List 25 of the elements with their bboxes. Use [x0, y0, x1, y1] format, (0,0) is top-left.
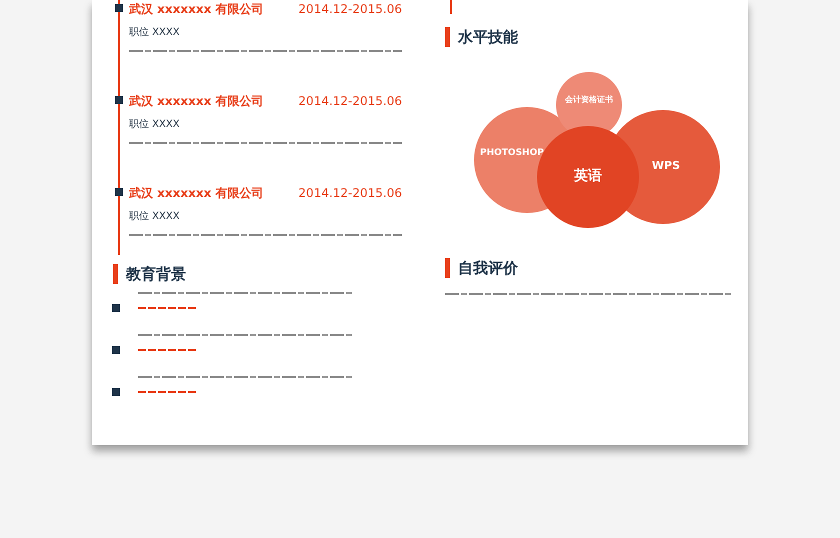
bullet-square [112, 346, 120, 354]
company-name: 武汉 xxxxxxx 有限公司 [129, 93, 264, 110]
timeline-line [450, 0, 452, 14]
bullet-square [112, 304, 120, 312]
timeline-marker [115, 96, 123, 104]
section-heading: 自我评价 [458, 258, 518, 278]
timeline-marker [115, 4, 123, 12]
company-name: 武汉 xxxxxxx 有限公司 [129, 1, 264, 18]
heading-accent-bar [113, 264, 118, 284]
heading-accent-bar [445, 258, 450, 278]
text-placeholder-line [138, 348, 198, 350]
bullet-square [112, 388, 120, 396]
heading-accent-bar [445, 27, 450, 48]
job-title: 职位 XXXX [129, 119, 180, 130]
section-heading: 水平技能 [458, 27, 518, 48]
text-placeholder-line [138, 390, 198, 392]
date-range: 2014.12-2015.06 [298, 93, 402, 110]
date-range: 2014.12-2015.06 [298, 1, 402, 18]
text-placeholder-line [138, 306, 198, 308]
date-range: 2014.12-2015.06 [298, 185, 402, 202]
timeline-marker [115, 188, 123, 196]
job-title: 职位 XXXX [129, 27, 180, 38]
job-title: 职位 XXXX [129, 211, 180, 222]
section-heading: 教育背景 [126, 264, 186, 285]
company-name: 武汉 xxxxxxx 有限公司 [129, 185, 264, 202]
